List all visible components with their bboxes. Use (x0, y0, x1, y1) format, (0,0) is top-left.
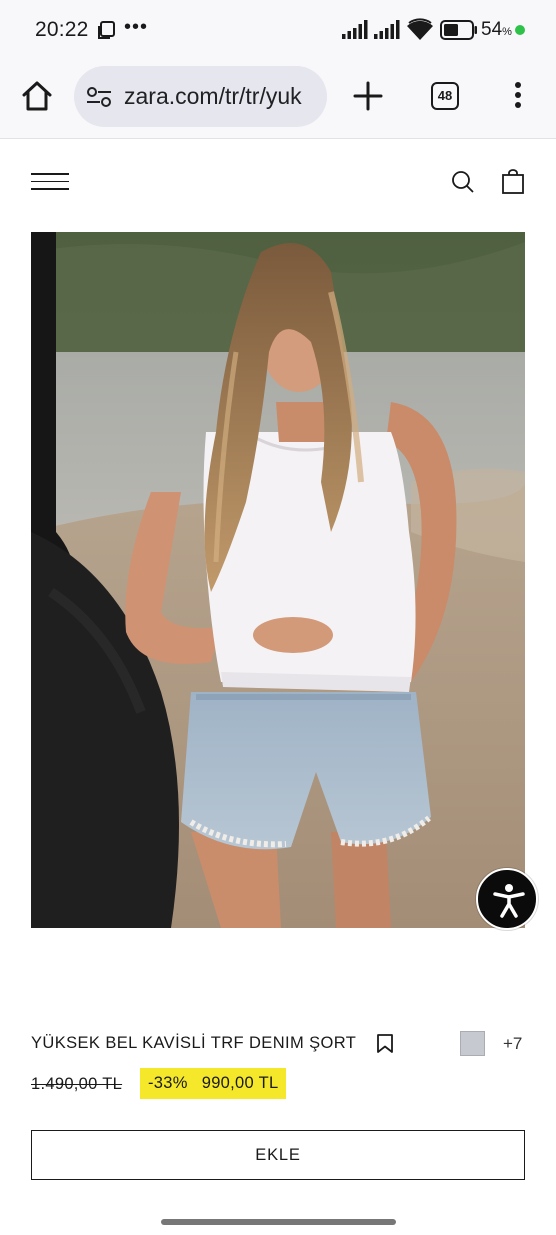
bookmark-icon[interactable] (376, 1034, 394, 1054)
gesture-navigation-bar[interactable] (161, 1219, 396, 1225)
site-settings-icon[interactable] (86, 85, 112, 109)
search-icon[interactable] (450, 169, 476, 195)
status-bar: 20:22 ••• 54% (0, 0, 556, 60)
notification-icon (98, 21, 115, 39)
more-colors-count[interactable]: +7 (503, 1034, 522, 1054)
discount-badge: -33% 990,00 TL (140, 1068, 287, 1099)
color-swatch[interactable] (460, 1031, 485, 1056)
wifi-icon (407, 18, 433, 40)
add-to-cart-button[interactable]: EKLE (31, 1130, 525, 1180)
accessibility-icon (493, 884, 525, 918)
shopping-bag-icon[interactable] (501, 169, 525, 195)
more-vert-icon[interactable] (513, 82, 523, 112)
address-bar[interactable]: zara.com/tr/tr/yuk (74, 66, 327, 127)
battery-icon (440, 20, 477, 40)
accessibility-button[interactable] (476, 868, 538, 930)
browser-toolbar: zara.com/tr/tr/yuk 48 (0, 60, 556, 139)
sale-price: 990,00 TL (201, 1074, 279, 1092)
url-text: zara.com/tr/tr/yuk (124, 83, 302, 109)
more-dots-icon: ••• (124, 16, 149, 38)
old-price: 1.490,00 TL (31, 1075, 123, 1093)
status-time: 20:22 (35, 18, 89, 41)
home-icon[interactable] (20, 79, 54, 113)
product-photo[interactable] (31, 232, 525, 928)
signal-icon (342, 20, 368, 39)
product-name[interactable]: YÜKSEK BEL KAVİSLİ TRF DENIM ŞORT (31, 1034, 356, 1053)
tab-switcher-icon[interactable]: 48 (431, 82, 459, 110)
hamburger-menu-icon[interactable] (31, 173, 69, 191)
signal-icon (374, 20, 400, 39)
discount-percent: -33% (148, 1074, 188, 1092)
plus-icon[interactable] (351, 79, 385, 113)
privacy-indicator-dot (515, 25, 525, 35)
battery-percent: 54% (481, 19, 512, 40)
